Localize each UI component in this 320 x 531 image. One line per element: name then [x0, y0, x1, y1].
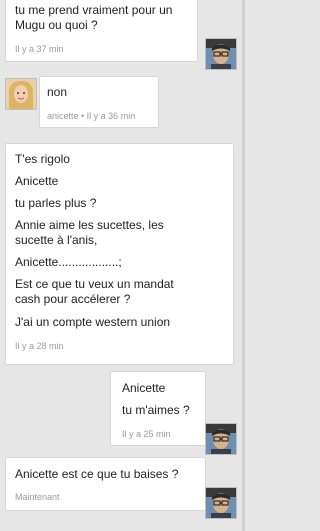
message-line: Anicette — [122, 381, 166, 395]
avatar[interactable] — [5, 78, 37, 110]
message-line: cash pour accélerer ? — [15, 292, 131, 306]
scrollbar[interactable] — [242, 0, 245, 531]
message-thread: tu me prend vraiment pour un Mugu ou quo… — [0, 0, 245, 531]
message-bubble: Anicette tu m'aimes ? Il y a 25 min — [110, 371, 206, 446]
message-line: tu m'aimes ? — [122, 403, 190, 417]
message-line: Est ce que tu veux un mandat — [15, 277, 174, 291]
male-avatar-icon — [206, 39, 236, 69]
message-line: J'ai un compte western union — [15, 315, 171, 329]
male-avatar-icon — [206, 424, 236, 454]
message-line: Anicette..................; — [15, 255, 122, 269]
message-timestamp: anicette • Il y a 36 min — [47, 111, 136, 121]
message-line: non — [47, 85, 68, 99]
male-avatar-icon — [206, 488, 236, 518]
message-line: T'es rigolo — [15, 152, 70, 166]
message-line: Mugu ou quoi ? — [15, 18, 98, 32]
female-avatar-icon — [6, 79, 36, 109]
message-bubble: tu me prend vraiment pour un Mugu ou quo… — [5, 0, 198, 62]
avatar[interactable] — [205, 38, 237, 70]
avatar[interactable] — [205, 487, 237, 519]
message-timestamp: Il y a 25 min — [122, 429, 171, 439]
message-bubble: T'es rigolo Anicette tu parles plus ? An… — [5, 143, 234, 365]
message-bubble: Anicette est ce que tu baises ? Maintena… — [5, 457, 206, 511]
message-line: Anicette est ce que tu baises ? — [15, 467, 179, 481]
message-line: Anicette — [15, 174, 59, 188]
message-line: sucette à l'anis, — [15, 233, 98, 247]
message-timestamp: Il y a 37 min — [15, 44, 64, 54]
message-line: tu me prend vraiment pour un — [15, 3, 173, 17]
message-bubble: non anicette • Il y a 36 min — [39, 76, 159, 128]
message-timestamp: Il y a 28 min — [15, 341, 64, 351]
message-line: tu parles plus ? — [15, 196, 97, 210]
message-timestamp: Maintenant — [15, 492, 60, 502]
message-line: Annie aime les sucettes, les — [15, 218, 164, 232]
avatar[interactable] — [205, 423, 237, 455]
